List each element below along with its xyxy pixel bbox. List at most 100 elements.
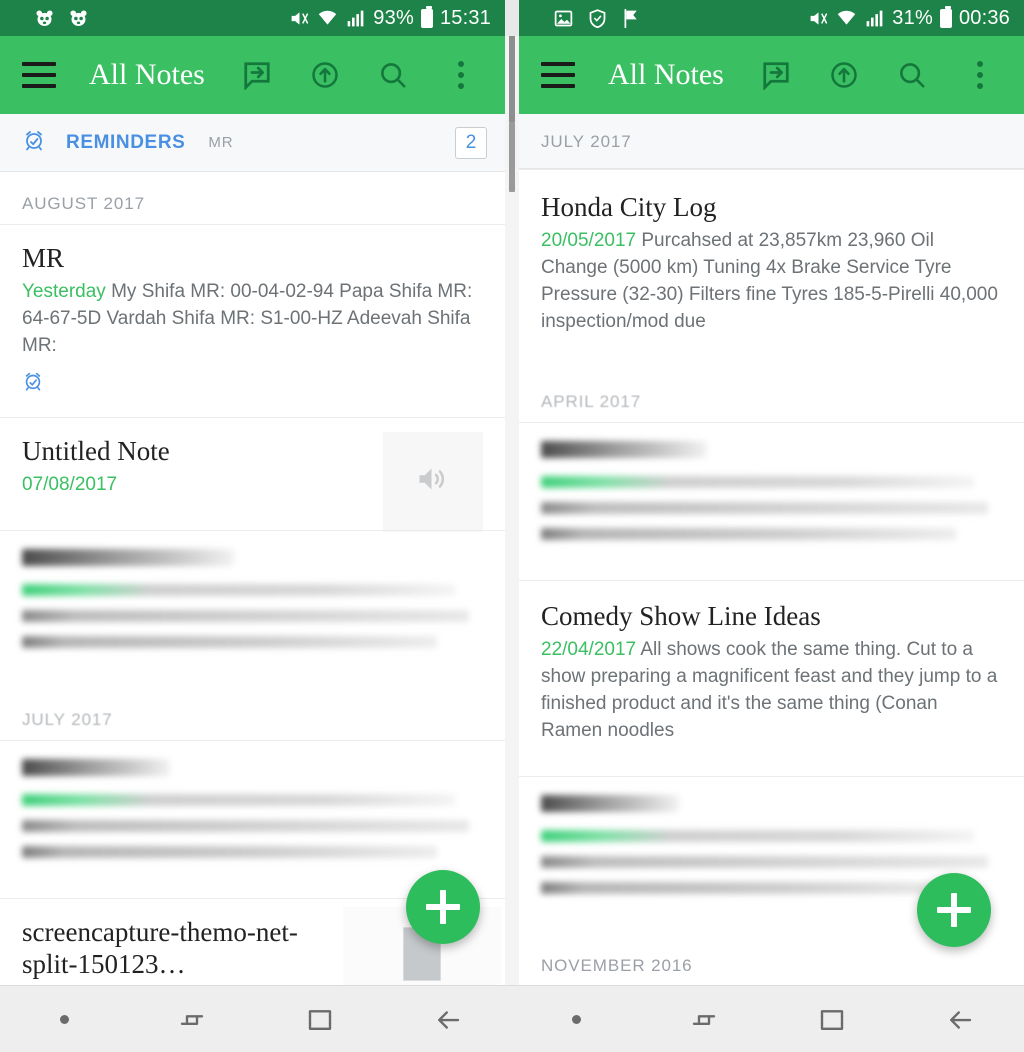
redacted-line [22,584,455,596]
redacted-line [22,759,170,776]
new-note-fab[interactable] [406,870,480,944]
status-bar-right: 31% 00:36 [519,0,1024,36]
redacted-line [541,441,707,458]
redacted-line [22,636,437,648]
app-bar-title-right: All Notes [608,58,724,92]
app-bar-actions-right [742,36,1014,114]
cellular-signal-icon [864,8,885,29]
panda-icon [68,8,89,29]
reminders-subtitle: MR [208,134,233,151]
move-to-notebook-icon[interactable] [223,36,291,114]
wifi-icon [317,8,338,29]
note-item[interactable]: MR Yesterday My Shifa MR: 00-04-02-94 Pa… [0,224,505,417]
note-alarm-indicator [22,370,483,397]
flag-check-icon [621,8,642,29]
redacted-line [22,549,234,566]
reminders-label: REMINDERS [66,132,185,154]
dot-indicator-icon[interactable] [0,986,128,1052]
nav-group-right [512,986,1024,1052]
redacted-note-content [541,423,1002,580]
redacted-line [22,794,455,806]
recents-icon[interactable] [640,986,768,1052]
overflow-menu-icon[interactable] [427,36,495,114]
note-title: MR [22,243,483,275]
note-item[interactable]: Untitled Note 07/08/2017 [0,417,505,530]
recents-icon[interactable] [128,986,256,1052]
app-bar-left: All Notes [0,36,505,114]
volume-mute-icon [289,8,310,29]
note-title: Comedy Show Line Ideas [541,601,1002,633]
note-preview: Yesterday My Shifa MR: 00-04-02-94 Papa … [22,279,483,360]
note-item-redacted[interactable] [0,530,505,688]
redacted-line [541,795,679,812]
redacted-note-content [22,741,483,898]
status-notification-icons-left [34,8,89,29]
note-date: Yesterday [22,281,106,302]
app-bar-title-left: All Notes [89,58,205,92]
home-icon[interactable] [256,986,384,1052]
move-to-notebook-icon[interactable] [742,36,810,114]
sync-upload-icon[interactable] [810,36,878,114]
reminders-bar[interactable]: REMINDERS MR 2 [0,114,505,172]
note-item-redacted[interactable] [519,422,1024,580]
app-bar-actions-left [223,36,495,114]
audio-speaker-icon [415,461,451,502]
redacted-line [541,502,988,514]
alarm-clock-icon [22,128,46,157]
right-pane: 31% 00:36 All Notes [519,0,1024,985]
divider-handle[interactable] [509,122,515,192]
month-header: AUGUST 2017 [0,172,505,224]
clock-left: 15:31 [440,7,491,30]
note-item[interactable]: Honda City Log 20/05/2017 Purcahsed at 2… [519,169,1024,370]
sync-upload-icon[interactable] [291,36,359,114]
clock-right: 00:36 [959,7,1010,30]
home-icon[interactable] [768,986,896,1052]
hamburger-menu-icon[interactable] [541,62,575,88]
status-right-group-right: 31% 00:36 [808,0,1010,36]
battery-icon [421,9,433,28]
note-thumbnail[interactable] [383,432,483,532]
notes-list-left: AUGUST 2017 MR Yesterday My Shifa MR: 00… [0,172,505,985]
redacted-line [541,830,974,842]
reminders-count-badge[interactable]: 2 [455,127,487,159]
note-title: Honda City Log [541,192,1002,224]
month-header: APRIL 2017 [519,370,1024,422]
redacted-line [541,856,988,868]
plus-icon [937,893,971,927]
redacted-line [541,528,956,540]
redacted-line [541,476,974,488]
note-item[interactable]: Comedy Show Line Ideas 22/04/2017 All sh… [519,580,1024,777]
redacted-line [22,610,469,622]
nav-group-left [0,986,512,1052]
shield-icon [587,8,608,29]
search-icon[interactable] [878,36,946,114]
status-right-group-left: 93% 15:31 [289,0,491,36]
note-title: screencapture-themo-net-split-150123… [22,917,352,981]
split-screen-divider[interactable] [505,36,519,985]
plus-icon [426,890,460,924]
cellular-signal-icon [345,8,366,29]
divider-shadow [509,36,515,122]
back-icon[interactable] [896,986,1024,1052]
panda-icon [34,8,55,29]
redacted-line [22,846,437,858]
search-icon[interactable] [359,36,427,114]
hamburger-menu-icon[interactable] [22,62,56,88]
note-date: 22/04/2017 [541,639,636,660]
battery-percent-left: 93% [373,7,414,30]
notes-list-right: JULY 2017 Honda City Log 20/05/2017 Purc… [519,114,1024,985]
battery-icon [940,9,952,28]
new-note-fab[interactable] [917,873,991,947]
note-preview: 22/04/2017 All shows cook the same thing… [541,637,1002,745]
back-icon[interactable] [384,986,512,1052]
battery-percent-right: 31% [892,7,933,30]
note-preview: 20/05/2017 Purcahsed at 23,857km 23,960 … [541,228,1002,336]
system-navigation-bar [0,985,1024,1052]
redacted-line [22,820,469,832]
overflow-menu-icon[interactable] [946,36,1014,114]
redacted-line [541,882,956,894]
app-bar-right: All Notes [519,36,1024,114]
note-date: 20/05/2017 [541,230,636,251]
dot-indicator-icon[interactable] [512,986,640,1052]
wifi-icon [836,8,857,29]
